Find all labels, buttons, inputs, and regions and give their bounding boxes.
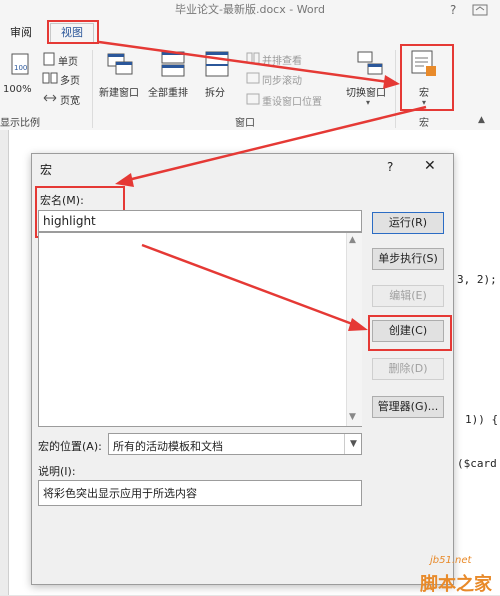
arrow-head bbox=[348, 318, 368, 331]
arrow-head bbox=[383, 75, 400, 89]
annotation-arrows bbox=[98, 40, 427, 331]
arrow-view-to-macros bbox=[98, 40, 389, 84]
watermark-site: jb51.net bbox=[430, 555, 472, 566]
watermark-name: 脚本之家 bbox=[420, 574, 492, 595]
arrow-head bbox=[115, 173, 134, 187]
arrow-name-to-create bbox=[141, 243, 356, 327]
arrow-macros-to-dialog bbox=[127, 105, 427, 182]
